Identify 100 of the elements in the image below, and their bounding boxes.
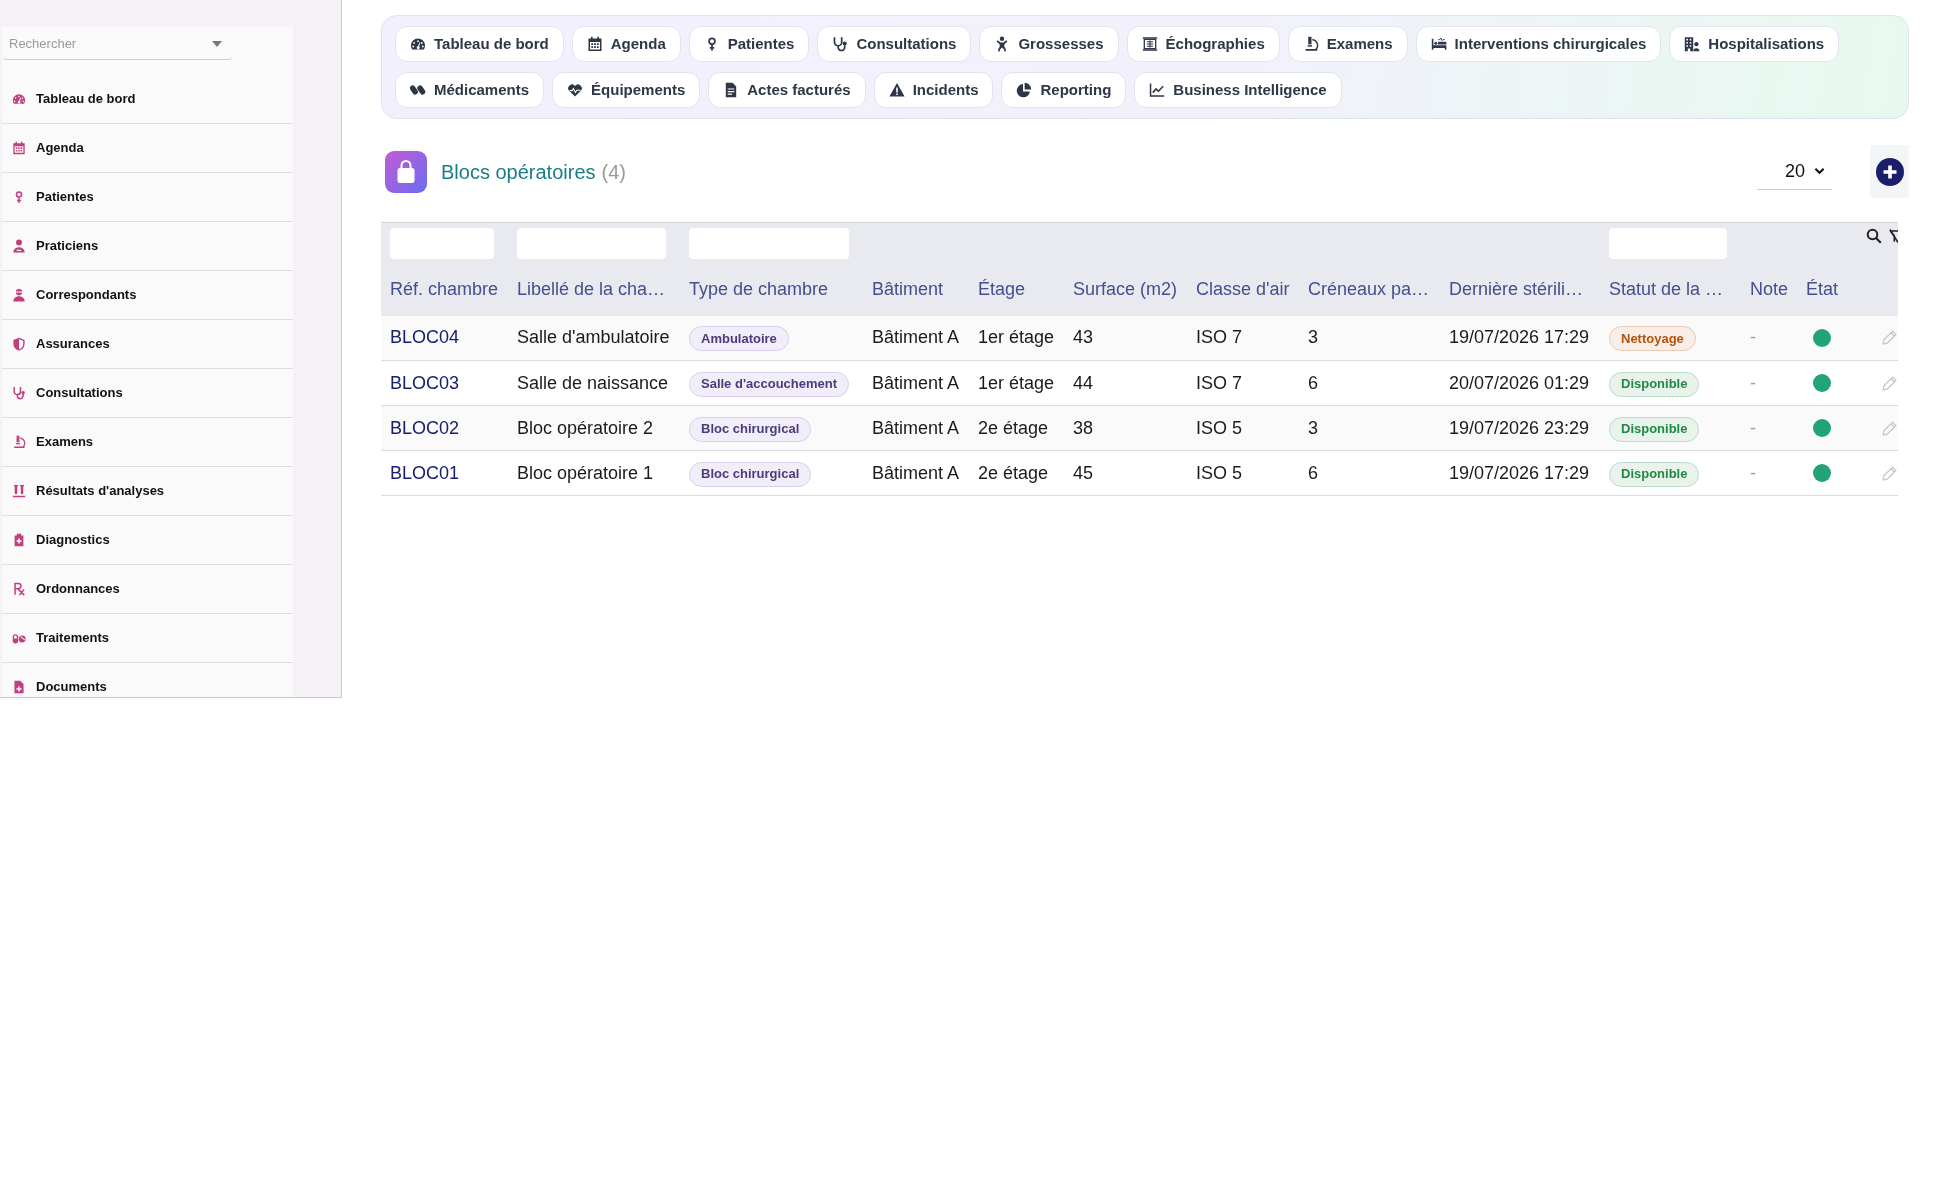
funnel-slash-icon[interactable] [1889, 228, 1898, 244]
sidebar-item[interactable]: Résultats d'analyses [2, 467, 293, 516]
record-count: (4) [601, 159, 626, 185]
nav-tab[interactable]: Actes facturés [708, 72, 866, 108]
sidebar-item[interactable]: Traitements [2, 614, 293, 663]
nav-tab[interactable]: Consultations [817, 26, 972, 62]
add-button[interactable] [1870, 145, 1909, 198]
medical-clipboard-icon [12, 533, 26, 547]
gauge-icon [12, 92, 26, 106]
table-cell: ISO 5 [1187, 405, 1299, 451]
nav-tab[interactable]: Business Intelligence [1134, 72, 1342, 108]
sidebar-item[interactable]: Diagnostics [2, 516, 293, 565]
pie-chart-icon [1016, 82, 1033, 98]
room-ref-link[interactable]: BLOC02 [390, 417, 460, 438]
column-header[interactable]: Bâtiment [863, 263, 969, 316]
column-header[interactable]: Surface (m2) [1064, 263, 1187, 316]
column-header[interactable]: Type de chambre [680, 263, 863, 316]
shield-icon [12, 337, 26, 351]
capsules-icon [410, 82, 426, 98]
room-ref-link[interactable]: BLOC01 [390, 462, 460, 483]
table-cell: 1er étage [969, 360, 1064, 406]
calendar-icon [586, 36, 603, 52]
nav-tab[interactable]: Patientes [688, 26, 810, 62]
sidebar-item[interactable]: Praticiens [2, 222, 293, 271]
table-cell: 6 [1299, 450, 1440, 496]
caret-icon[interactable] [212, 41, 222, 47]
line-chart-icon [1149, 82, 1166, 98]
nav-tab[interactable]: Agenda [571, 26, 681, 62]
warning-icon [888, 82, 905, 98]
sidebar-item[interactable]: Correspondants [2, 271, 293, 320]
column-header[interactable]: Libellé de la cha… [508, 263, 680, 316]
prescription-icon [12, 582, 26, 596]
nav-tab[interactable]: Médicaments [395, 72, 545, 108]
sidebar-item[interactable]: Ordonnances [2, 565, 293, 614]
column-header[interactable]: Classe d'air [1187, 263, 1299, 316]
pencil-icon[interactable] [1882, 420, 1897, 436]
table-cell: Salle d'ambulatoire [508, 315, 680, 361]
page-size-select[interactable]: 20 [1757, 153, 1832, 190]
gauge-icon [410, 36, 426, 52]
table-cell: Bloc opératoire 1 [508, 450, 680, 496]
status-tag: Disponible [1609, 371, 1700, 397]
table-cell: 20/07/2026 01:29 [1440, 360, 1600, 406]
table-cell: Bâtiment A [863, 405, 969, 451]
sidebar-item[interactable]: Tableau de bord [2, 75, 293, 124]
note-text: - [1750, 327, 1756, 348]
sidebar-item[interactable]: Patientes [2, 173, 293, 222]
nav-tab[interactable]: Reporting [1001, 72, 1127, 108]
shopping-bag-icon [385, 150, 427, 193]
table-cell: Bâtiment A [863, 315, 969, 361]
column-header[interactable]: État [1797, 263, 1862, 316]
pencil-icon[interactable] [1882, 465, 1897, 481]
sidebar-item[interactable]: Documents [2, 663, 293, 697]
sidebar-item[interactable]: Consultations [2, 369, 293, 418]
column-header[interactable]: Créneaux pa… [1299, 263, 1440, 316]
search-field[interactable]: Rechercher [3, 27, 232, 60]
table-cell: 2e étage [969, 450, 1064, 496]
doctor-icon [12, 239, 26, 253]
table-cell: 19/07/2026 17:29 [1440, 315, 1600, 361]
pencil-icon[interactable] [1882, 375, 1897, 391]
nav-tab[interactable]: Équipements [552, 72, 701, 108]
table-cell: 43 [1064, 315, 1187, 361]
note-text: - [1750, 372, 1756, 393]
nav-tab[interactable]: Incidents [873, 72, 994, 108]
room-ref-link[interactable]: BLOC03 [390, 372, 460, 393]
nav-tab[interactable]: Interventions chirurgicales [1415, 26, 1662, 62]
search-icon[interactable] [1866, 228, 1882, 244]
table-cell: 38 [1064, 405, 1187, 451]
building-person-icon [1684, 36, 1701, 52]
column-header[interactable]: Dernière stérili… [1440, 263, 1600, 316]
note-text: - [1750, 417, 1756, 438]
column-header[interactable]: Réf. chambre [381, 263, 508, 316]
status-tag: Disponible [1609, 416, 1700, 442]
test-tubes-icon [12, 484, 26, 498]
table-cell: 1er étage [969, 315, 1064, 361]
note-text: - [1750, 462, 1756, 483]
nav-tab[interactable]: Examens [1287, 26, 1408, 62]
microscope-icon [12, 435, 26, 449]
sidebar-item[interactable]: Agenda [2, 124, 293, 173]
calendar-icon [12, 141, 26, 155]
room-ref-link[interactable]: BLOC04 [390, 327, 460, 348]
nav-tab[interactable]: Échographies [1126, 26, 1280, 62]
nav-tab[interactable]: Grossesses [979, 26, 1119, 62]
page-title: Blocs opératoires [441, 159, 596, 185]
heart-pulse-icon [567, 82, 584, 98]
sidebar-item[interactable]: Assurances [2, 320, 293, 369]
table-cell: 3 [1299, 405, 1440, 451]
nav-tab[interactable]: Hospitalisations [1669, 26, 1840, 62]
pencil-icon[interactable] [1882, 330, 1897, 346]
pills-icon [12, 631, 26, 645]
room-type-tag: Bloc chirurgical [689, 416, 812, 442]
column-header[interactable]: Note [1741, 263, 1797, 316]
sidebar-item[interactable]: Examens [2, 418, 293, 467]
status-tag: Nettoyage [1609, 326, 1696, 352]
room-type-tag: Bloc chirurgical [689, 461, 812, 487]
x-ray-icon [1141, 36, 1158, 52]
table-cell: Salle de naissance [508, 360, 680, 406]
nav-tab[interactable]: Tableau de bord [395, 26, 564, 62]
column-header[interactable]: Étage [969, 263, 1064, 316]
column-header[interactable]: Statut de la … [1600, 263, 1741, 316]
medical-file-icon [12, 680, 26, 694]
